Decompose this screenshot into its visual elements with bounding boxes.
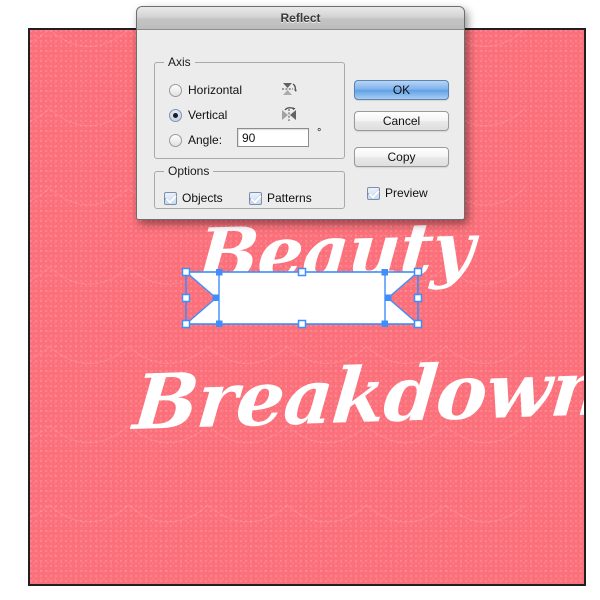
cancel-button[interactable]: Cancel [354,111,449,131]
axis-group: Axis Horizontal Vertical Angle: 90 ° [154,55,345,159]
radio-angle-label: Angle: [188,133,223,147]
ok-button[interactable]: OK [354,80,449,100]
checkbox-objects-label: Objects [182,191,223,205]
angle-input-value: 90 [242,130,256,145]
checkbox-objects[interactable]: Objects [164,190,223,206]
checkbox-patterns-label: Patterns [267,191,312,205]
application-window: Beauty Breakdown Reflect Axis Horizontal… [0,0,600,600]
options-group-legend: Options [164,164,214,178]
radio-vertical-label: Vertical [188,108,228,122]
checkbox-preview[interactable]: Preview [367,185,428,201]
dialog-body: Axis Horizontal Vertical Angle: 90 ° Opt… [137,30,464,219]
reflect-vertical-icon [282,107,296,121]
checkbox-preview-label: Preview [385,186,428,200]
radio-horizontal-label: Horizontal [188,83,243,97]
radio-horizontal-indicator[interactable] [169,83,182,97]
checkbox-patterns-indicator[interactable] [249,191,262,205]
checkbox-objects-indicator[interactable] [164,191,177,205]
selected-ribbon-shape[interactable] [181,267,423,329]
radio-axis-horizontal[interactable]: Horizontal [169,81,242,99]
radio-axis-angle[interactable]: Angle: [169,131,222,149]
radio-angle-indicator[interactable] [169,133,182,147]
reflect-horizontal-icon [282,83,297,95]
radio-vertical-indicator[interactable] [169,108,182,122]
ribbon-path [186,272,418,324]
copy-button[interactable]: Copy [354,147,449,167]
artwork-text-breakdown[interactable]: Breakdown [130,343,584,447]
radio-axis-vertical[interactable]: Vertical [169,106,227,124]
checkbox-preview-indicator[interactable] [367,186,380,200]
axis-group-legend: Axis [164,55,195,69]
dialog-titlebar[interactable]: Reflect [137,7,464,30]
angle-degree-symbol: ° [317,127,322,139]
checkbox-patterns[interactable]: Patterns [249,190,312,206]
dialog-title: Reflect [280,11,321,25]
angle-input[interactable]: 90 [237,128,309,147]
reflect-dialog[interactable]: Reflect Axis Horizontal Vertical Angle: [136,6,465,220]
